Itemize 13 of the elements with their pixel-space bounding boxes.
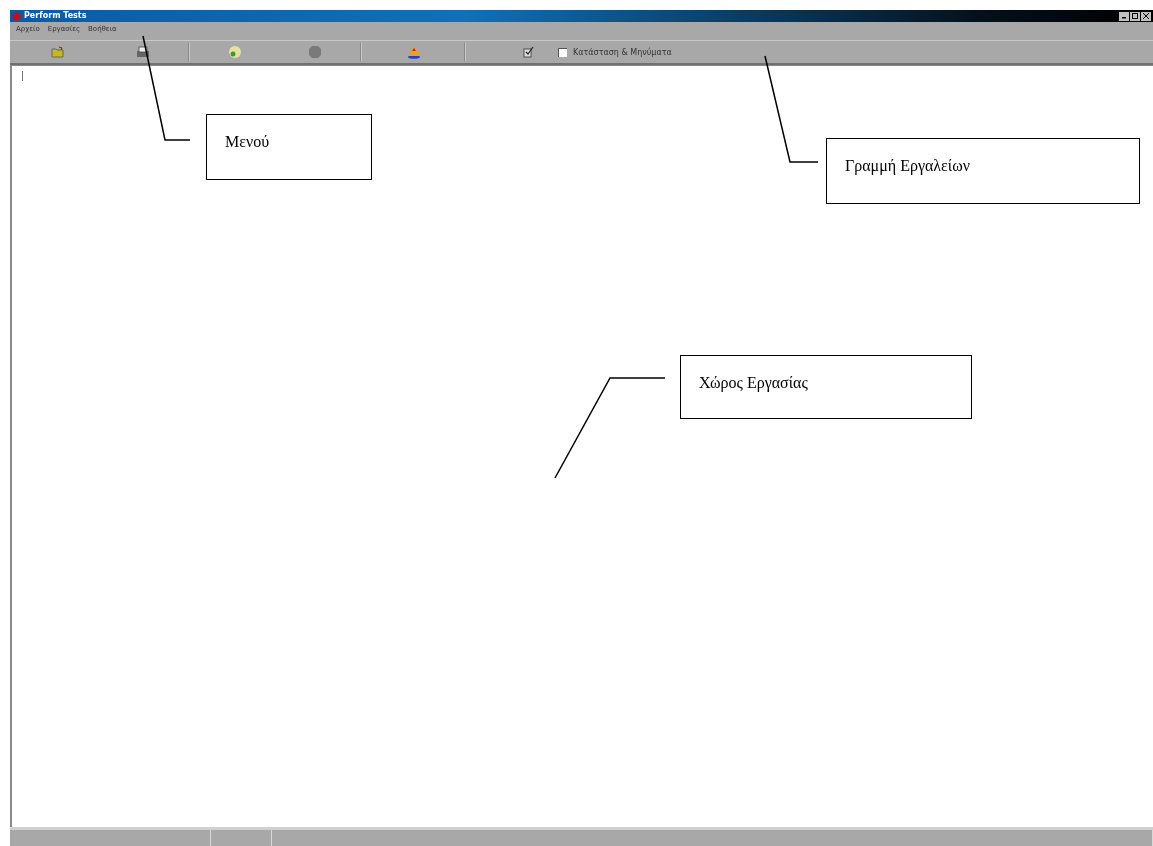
maximize-button[interactable]: [1130, 11, 1140, 21]
close-button[interactable]: [1141, 11, 1151, 21]
status-checkbox[interactable]: [558, 47, 567, 57]
callout-label: Χώρος Εργασίας: [680, 355, 972, 419]
app-icon: [12, 11, 21, 21]
maximize-icon: [1132, 13, 1138, 19]
checkbox-label: Κατάσταση & Μηνύματα: [573, 47, 672, 57]
window-title: Perform Tests: [24, 11, 87, 21]
close-icon: [1143, 13, 1149, 19]
callout-label: Γραμμή Εργαλείων: [826, 138, 1140, 204]
text-cursor: [22, 71, 23, 81]
minimize-button[interactable]: [1119, 11, 1129, 21]
callout-label: Μενού: [206, 114, 372, 180]
